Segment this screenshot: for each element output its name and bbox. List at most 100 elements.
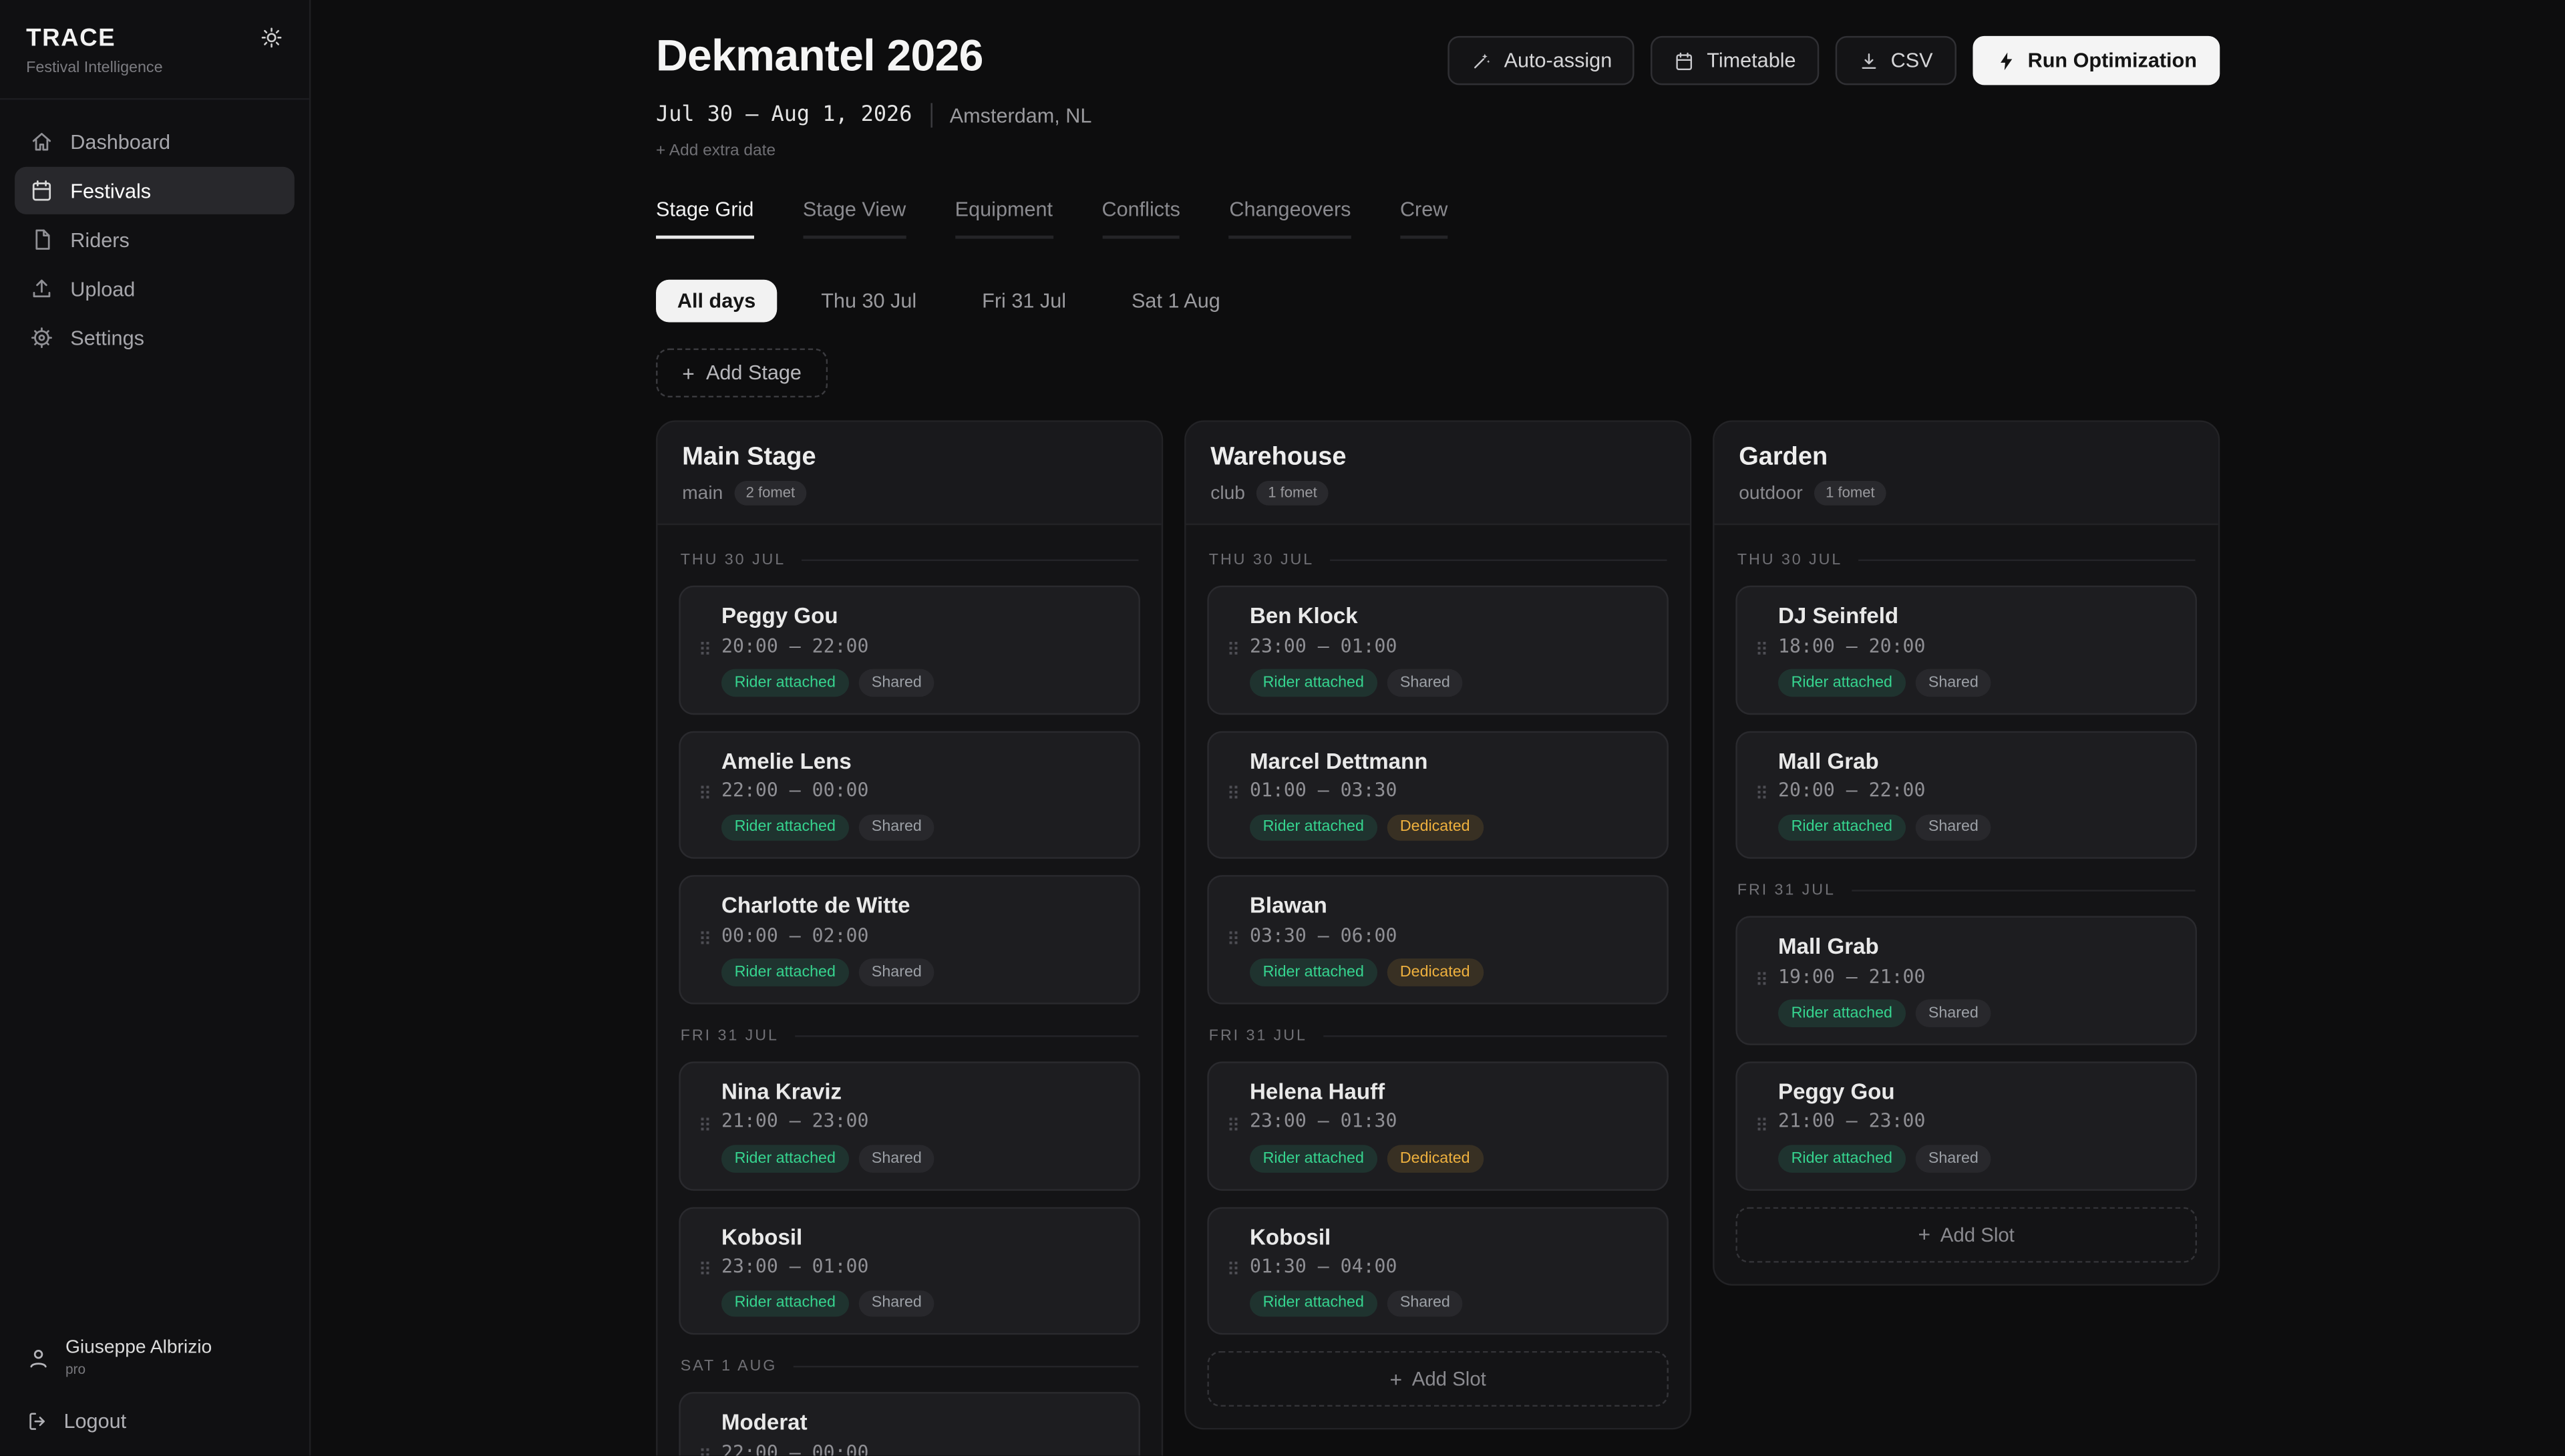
slot-artist: Marcel Dettmann <box>1250 749 1647 774</box>
drag-handle-icon[interactable]: ⠿ <box>689 1224 721 1317</box>
tab-stage-view[interactable]: Stage View <box>803 198 906 238</box>
drag-handle-icon[interactable]: ⠿ <box>689 894 721 986</box>
stage-type: main <box>682 484 723 503</box>
slot-card-kobosil[interactable]: ⠿ Kobosil 23:00 — 01:00 Rider attachedSh… <box>679 1206 1140 1335</box>
wand-icon <box>1472 50 1493 71</box>
slot-card-blawan[interactable]: ⠿ Blawan 03:30 — 06:00 Rider attachedDed… <box>1207 876 1669 1005</box>
drag-handle-icon[interactable]: ⠿ <box>1217 749 1250 842</box>
home-icon <box>29 129 54 154</box>
auto-assign-button[interactable]: Auto-assign <box>1448 36 1635 85</box>
tab-crew[interactable]: Crew <box>1400 198 1447 238</box>
stage-body: THU 30 JUL ⠿ Ben Klock 23:00 — 01:00 Rid… <box>1186 525 1690 1429</box>
sidebar-item-festivals[interactable]: Festivals <box>15 167 295 214</box>
shared-badge: Shared <box>858 669 934 696</box>
user-profile[interactable]: Giuseppe Albrizio pro <box>26 1338 283 1377</box>
slot-badges: Rider attachedShared <box>721 959 1119 986</box>
slot-card-mall-grab[interactable]: ⠿ Mall Grab 19:00 — 21:00 Rider attached… <box>1735 916 2197 1045</box>
slot-card-nina-kraviz[interactable]: ⠿ Nina Kraviz 21:00 — 23:00 Rider attach… <box>679 1061 1140 1190</box>
day-group-label: SAT 1 AUG <box>681 1358 1139 1376</box>
stage-card-garden: Garden outdoor 1 fomet THU 30 JUL ⠿ DJ S… <box>1713 420 2220 1285</box>
add-extra-date-button[interactable]: + Add extra date <box>656 142 776 160</box>
slot-card-marcel-dettmann[interactable]: ⠿ Marcel Dettmann 01:00 — 03:30 Rider at… <box>1207 731 1669 860</box>
stage-count-badge: 1 fomet <box>1814 481 1886 506</box>
tab-conflicts[interactable]: Conflicts <box>1102 198 1180 238</box>
shared-badge: Shared <box>1387 669 1463 696</box>
slot-card-dj-seinfeld[interactable]: ⠿ DJ Seinfeld 18:00 — 20:00 Rider attach… <box>1735 586 2197 715</box>
slot-badges: Rider attachedShared <box>1778 1000 2176 1027</box>
brand-name: TRACE <box>26 25 283 53</box>
plus-icon: + <box>682 362 695 383</box>
day-filter-all-days[interactable]: All days <box>656 280 777 323</box>
add-stage-button[interactable]: + Add Stage <box>656 349 828 397</box>
day-filter-fri-31-jul[interactable]: Fri 31 Jul <box>961 280 1087 323</box>
tab-bar: Stage Grid Stage View Equipment Conflicts Ch… <box>656 198 2220 238</box>
day-filter-thu-30-jul[interactable]: Thu 30 Jul <box>800 280 938 323</box>
drag-handle-icon[interactable]: ⠿ <box>1745 749 1778 842</box>
drag-handle-icon[interactable]: ⠿ <box>1217 894 1250 986</box>
stage-count-badge: 1 fomet <box>1256 481 1329 506</box>
csv-button[interactable]: CSV <box>1835 36 1955 85</box>
bolt-icon <box>1995 50 2017 71</box>
slot-card-peggy-gou[interactable]: ⠿ Peggy Gou 20:00 — 22:00 Rider attached… <box>679 586 1140 715</box>
slot-card-moderat[interactable]: ⠿ Moderat 22:00 — 00:00 Rider attachedDe… <box>679 1393 1140 1456</box>
brand: TRACE Festival Intelligence <box>0 0 309 100</box>
slot-card-charlotte-de-witte[interactable]: ⠿ Charlotte de Witte 00:00 — 02:00 Rider… <box>679 876 1140 1005</box>
stage-header: Warehouse club 1 fomet <box>1186 422 1690 525</box>
slot-time: 23:00 — 01:00 <box>1250 635 1647 656</box>
tab-equipment[interactable]: Equipment <box>955 198 1053 238</box>
slot-card-mall-grab[interactable]: ⠿ Mall Grab 20:00 — 22:00 Rider attached… <box>1735 731 2197 860</box>
drag-handle-icon[interactable]: ⠿ <box>689 1079 721 1172</box>
shared-badge: Shared <box>858 1290 934 1317</box>
stage-type: club <box>1210 484 1245 503</box>
stage-count-badge: 2 fomet <box>734 481 806 506</box>
slot-badges: Rider attachedShared <box>721 814 1119 841</box>
slot-time: 01:00 — 03:30 <box>1250 781 1647 801</box>
sidebar-item-dashboard[interactable]: Dashboard <box>15 118 295 165</box>
sidebar-item-settings[interactable]: Settings <box>15 314 295 361</box>
rider-attached-badge: Rider attached <box>721 959 849 986</box>
slot-card-helena-hauff[interactable]: ⠿ Helena Hauff 23:00 — 01:30 Rider attac… <box>1207 1061 1669 1190</box>
slot-badges: Rider attachedShared <box>1778 669 2176 696</box>
drag-handle-icon[interactable]: ⠿ <box>1217 1224 1250 1317</box>
shared-badge: Shared <box>1387 1290 1463 1317</box>
drag-handle-icon[interactable]: ⠿ <box>1745 934 1778 1027</box>
theme-toggle-button[interactable] <box>260 26 283 49</box>
slot-card-peggy-gou[interactable]: ⠿ Peggy Gou 21:00 — 23:00 Rider attached… <box>1735 1061 2197 1190</box>
tab-stage-grid[interactable]: Stage Grid <box>656 198 753 238</box>
day-group-label: THU 30 JUL <box>1737 551 2196 569</box>
drag-handle-icon[interactable]: ⠿ <box>689 749 721 842</box>
slot-artist: Amelie Lens <box>721 749 1119 774</box>
drag-handle-icon[interactable]: ⠿ <box>689 1411 721 1456</box>
timetable-button[interactable]: Timetable <box>1651 36 1819 85</box>
dedicated-badge: Dedicated <box>1387 1145 1483 1172</box>
stage-name: Warehouse <box>1210 443 1665 473</box>
app-root: TRACE Festival Intelligence Dashboard Fe… <box>0 0 2565 1456</box>
slot-card-amelie-lens[interactable]: ⠿ Amelie Lens 22:00 — 00:00 Rider attach… <box>679 731 1140 860</box>
slot-artist: Blawan <box>1250 894 1647 919</box>
plus-icon: + <box>1389 1369 1402 1390</box>
drag-handle-icon[interactable]: ⠿ <box>1217 604 1250 697</box>
run-optimization-button[interactable]: Run Optimization <box>1972 36 2220 85</box>
day-filter-sat-1-aug[interactable]: Sat 1 Aug <box>1110 280 1241 323</box>
drag-handle-icon[interactable]: ⠿ <box>1745 1079 1778 1172</box>
add-slot-button[interactable]: + Add Slot <box>1207 1352 1669 1407</box>
slot-card-ben-klock[interactable]: ⠿ Ben Klock 23:00 — 01:00 Rider attached… <box>1207 586 1669 715</box>
add-slot-button[interactable]: + Add Slot <box>1735 1206 2197 1262</box>
stage-body: THU 30 JUL ⠿ DJ Seinfeld 18:00 — 20:00 R… <box>1715 525 2218 1283</box>
stage-card-warehouse: Warehouse club 1 fomet THU 30 JUL ⠿ Ben … <box>1184 420 1691 1430</box>
file-icon <box>29 227 54 252</box>
slot-card-kobosil[interactable]: ⠿ Kobosil 01:30 — 04:00 Rider attachedSh… <box>1207 1206 1669 1335</box>
drag-handle-icon[interactable]: ⠿ <box>689 604 721 697</box>
sidebar-item-upload[interactable]: Upload <box>15 265 295 313</box>
stage-name: Main Stage <box>682 443 1137 473</box>
slot-time: 22:00 — 00:00 <box>721 781 1119 801</box>
slot-artist: Ben Klock <box>1250 604 1647 629</box>
logout-button[interactable]: Logout <box>26 1410 283 1433</box>
drag-handle-icon[interactable]: ⠿ <box>1745 604 1778 697</box>
rider-attached-badge: Rider attached <box>1250 959 1377 986</box>
sidebar-item-riders[interactable]: Riders <box>15 216 295 263</box>
user-icon <box>26 1345 51 1370</box>
drag-handle-icon[interactable]: ⠿ <box>1217 1079 1250 1172</box>
tab-changeovers[interactable]: Changeovers <box>1229 198 1351 238</box>
stage-body: THU 30 JUL ⠿ Peggy Gou 20:00 — 22:00 Rid… <box>657 525 1161 1455</box>
